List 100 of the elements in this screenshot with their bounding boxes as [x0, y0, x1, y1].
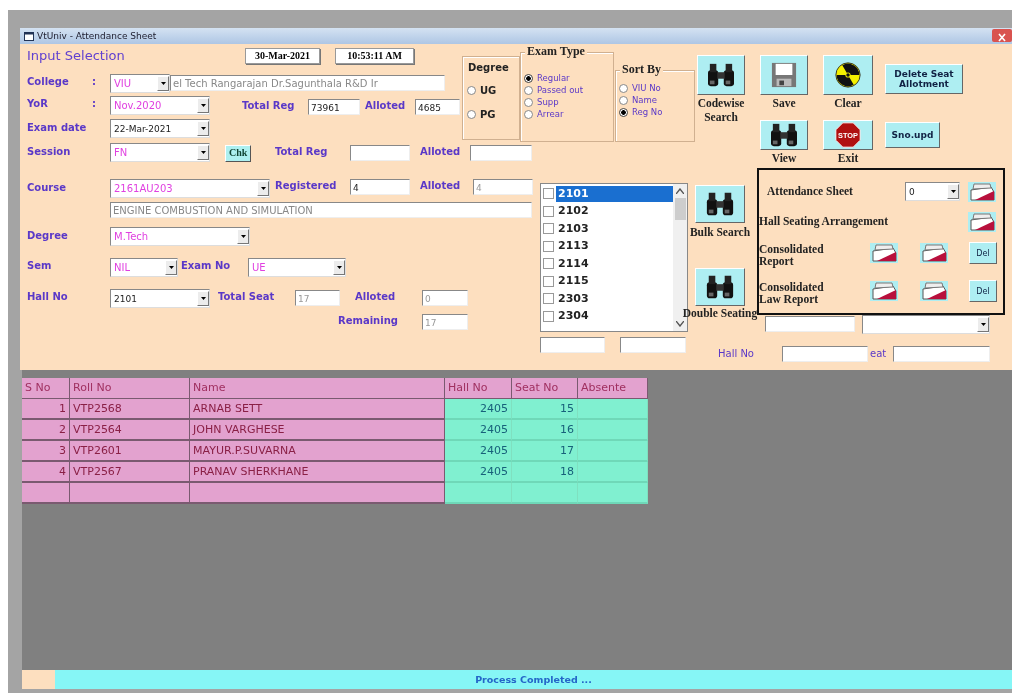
printer-icon[interactable] — [919, 242, 949, 264]
scroll-thumb[interactable] — [674, 198, 686, 220]
dropdown[interactable]: Nov.2020 — [110, 96, 210, 115]
date-display: 30-Mar-2021 — [245, 48, 320, 64]
check-button[interactable]: Chk — [225, 145, 252, 162]
radio-label[interactable]: Supp — [537, 97, 559, 107]
dropdown-arrow-icon — [200, 127, 206, 130]
radio-button[interactable] — [619, 95, 628, 105]
dropdown[interactable]: FN — [110, 143, 210, 162]
checkbox[interactable] — [543, 223, 554, 235]
list-item[interactable]: 2102 — [556, 203, 673, 220]
text-field[interactable]: ENGINE COMBUSTION AND SIMULATION — [110, 202, 532, 218]
dropdown[interactable]: 2161AU203 — [110, 179, 270, 198]
checkbox[interactable] — [543, 293, 554, 305]
dropdown[interactable] — [862, 315, 990, 334]
dropdown[interactable]: 22-Mar-2021 — [110, 119, 210, 138]
list-item[interactable]: 2101 — [556, 185, 673, 202]
column-header[interactable]: Absente — [578, 378, 648, 399]
dropdown-arrow-icon — [200, 297, 206, 300]
list-item[interactable]: 2103 — [556, 220, 673, 237]
text-field[interactable]: el Tech Rangarajan Dr.Sagunthala R&D Ir — [170, 75, 445, 91]
list-item[interactable]: 2303 — [556, 290, 673, 307]
field-label: Alloted — [420, 180, 461, 191]
radio-button[interactable] — [467, 86, 476, 95]
radio-label[interactable]: Passed out — [537, 85, 584, 95]
toolbar-button[interactable] — [697, 55, 745, 95]
radio-label[interactable]: VIU No — [632, 83, 661, 93]
printer-icon[interactable] — [869, 242, 899, 264]
text-field[interactable]: 73961 — [308, 99, 360, 115]
column-header[interactable]: Hall No — [445, 378, 512, 399]
radio-label[interactable]: Name — [632, 95, 658, 105]
action-button[interactable]: Delete Seat Allotment — [885, 64, 963, 94]
radio-label[interactable]: PG — [480, 109, 496, 120]
list-item[interactable]: 2113 — [556, 238, 673, 255]
radio-label[interactable]: Arrear — [537, 109, 564, 119]
text-field[interactable]: 4 — [350, 179, 410, 195]
checkbox[interactable] — [543, 310, 554, 322]
radio-label[interactable]: Regular — [537, 73, 570, 83]
table-cell — [22, 483, 70, 504]
close-button[interactable] — [992, 29, 1012, 42]
radio-button[interactable] — [467, 110, 476, 119]
checkbox[interactable] — [543, 275, 554, 287]
column-header[interactable]: Seat No — [512, 378, 578, 399]
radio-button[interactable] — [524, 109, 533, 119]
radio-button[interactable] — [619, 83, 628, 93]
table-cell: 16 — [512, 420, 578, 441]
table-cell: VTP2568 — [70, 399, 190, 420]
text-field[interactable] — [893, 346, 990, 362]
dropdown[interactable]: 0 — [905, 182, 960, 201]
table-cell: VTP2601 — [70, 441, 190, 462]
text-field[interactable] — [540, 337, 605, 353]
column-header[interactable]: S No — [22, 378, 70, 399]
text-field[interactable] — [350, 145, 410, 161]
dropdown[interactable]: M.Tech — [110, 227, 250, 246]
field-label: Course — [27, 182, 66, 193]
table-cell: JOHN VARGHESE — [190, 420, 445, 441]
printer-icon[interactable] — [919, 280, 949, 302]
checkbox[interactable] — [543, 258, 554, 270]
table-cell: 4 — [22, 462, 70, 483]
radio-button[interactable] — [619, 107, 628, 117]
checkbox[interactable] — [543, 188, 554, 200]
table-cell — [578, 420, 648, 441]
text-field[interactable] — [620, 337, 686, 353]
field-label: eat — [870, 348, 887, 359]
printer-icon[interactable] — [967, 181, 997, 203]
dropdown[interactable]: VIU — [110, 74, 170, 93]
printer-icon[interactable] — [869, 280, 899, 302]
toolbar-button[interactable] — [823, 55, 873, 95]
radio-button[interactable] — [524, 73, 533, 83]
list-item[interactable]: 2114 — [556, 255, 673, 272]
printer-icon[interactable] — [967, 211, 997, 233]
dropdown[interactable]: NIL — [110, 258, 178, 277]
action-button[interactable]: Sno.upd — [885, 122, 940, 148]
list-item[interactable]: 2115 — [556, 273, 673, 290]
dropdown[interactable]: 2101 — [110, 289, 210, 308]
text-field[interactable] — [765, 316, 855, 332]
radio-label[interactable]: Reg No — [632, 107, 663, 117]
checkbox[interactable] — [543, 205, 554, 217]
text-field[interactable] — [782, 346, 868, 362]
button-caption: Save — [771, 96, 797, 110]
column-header[interactable]: Roll No — [70, 378, 190, 399]
delete-button[interactable]: Del — [969, 242, 997, 264]
radio-label[interactable]: UG — [480, 85, 497, 96]
radio-button[interactable] — [524, 97, 533, 107]
toolbar-button[interactable] — [695, 268, 745, 306]
binoculars-icon — [706, 62, 736, 88]
radio-button[interactable] — [524, 85, 533, 95]
checkbox[interactable] — [543, 240, 554, 252]
text-field[interactable]: 4685 — [415, 99, 460, 115]
field-label: Alloted — [355, 291, 396, 302]
field-label: Exam date — [27, 122, 87, 133]
toolbar-button[interactable] — [760, 120, 808, 150]
delete-button[interactable]: Del — [969, 280, 997, 302]
toolbar-button[interactable] — [695, 185, 745, 223]
table-cell: 17 — [512, 441, 578, 462]
button-caption: Clear — [833, 96, 863, 110]
column-header[interactable]: Name — [190, 378, 445, 399]
list-item[interactable]: 2304 — [556, 308, 673, 325]
dropdown[interactable]: UE — [248, 258, 346, 277]
text-field[interactable] — [470, 145, 532, 161]
